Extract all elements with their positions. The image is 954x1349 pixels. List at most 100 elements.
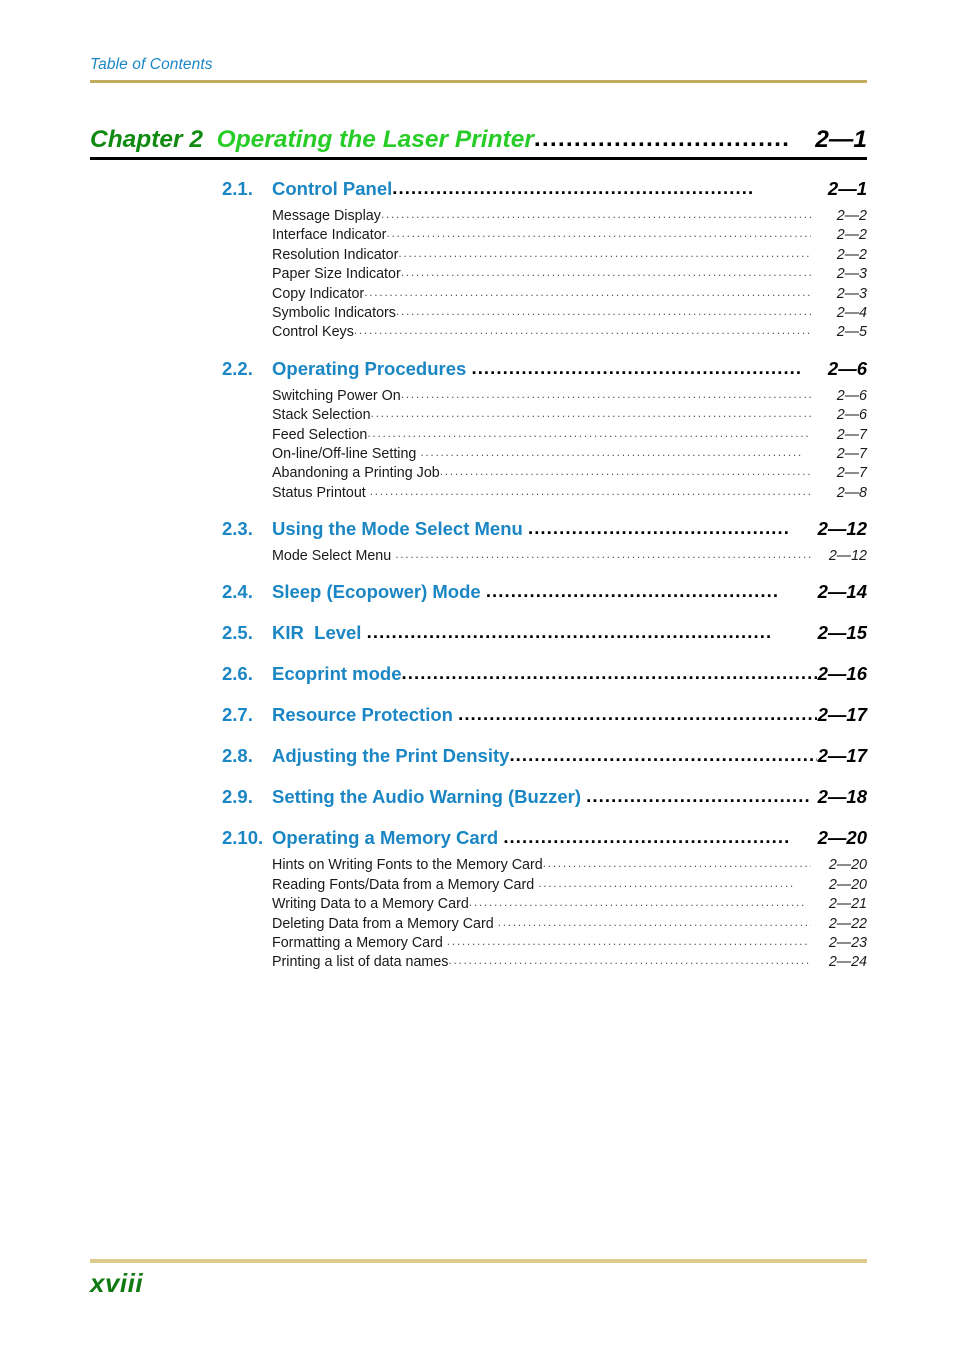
toc-section-page-number: 2—12	[817, 518, 867, 540]
chapter-number: Chapter 2	[90, 126, 204, 153]
toc-section-number: 2.10.	[222, 827, 264, 849]
chapter-entry[interactable]: Chapter 2 Operating the Laser Printer ..…	[90, 125, 867, 154]
toc-subentry-page-number: 2—6	[836, 387, 867, 404]
toc-section-number: 2.8.	[222, 745, 253, 767]
toc-subentry-leader: ........................................…	[370, 406, 811, 421]
toc-section-leader: ........................................…	[527, 517, 791, 539]
toc-section-title: Operating Procedures	[272, 357, 472, 379]
toc-section-leader: ........................................…	[458, 703, 817, 725]
toc-section-group: 2.6. Ecoprint mode.......................…	[222, 662, 867, 690]
toc-subentry-page-number: 2—21	[828, 896, 867, 913]
toc-subentry-title: Hints on Writing Fonts to the Memory Car…	[272, 857, 543, 874]
toc-section-title: Setting the Audio Warning (Buzzer)	[272, 786, 587, 808]
toc-subentry-leader: ........................................…	[369, 483, 811, 498]
toc-subentry[interactable]: Symbolic Indicators.....................…	[272, 303, 867, 324]
toc-subentry[interactable]: Paper Size Indicator....................…	[272, 265, 867, 285]
toc-subentry-title: Symbolic Indicators	[272, 304, 396, 321]
toc-subentry[interactable]: Abandoning a Printing Job...............…	[272, 464, 867, 484]
toc-section-page-number: 2—14	[817, 581, 867, 603]
toc-subentry[interactable]: Reading Fonts/Data from a Memory Card ..…	[272, 876, 867, 896]
toc-section-title: Sleep (Ecopower) Mode	[272, 581, 486, 603]
toc-subentry-page-number: 2—22	[828, 915, 867, 932]
toc-section-number: 2.6.	[222, 663, 253, 685]
toc-section-entry[interactable]: 2.3. Using the Mode Select Menu .........…	[222, 517, 867, 545]
toc-subentry[interactable]: Switching Power On......................…	[272, 387, 867, 407]
toc-section-leader: ........................................…	[392, 177, 755, 198]
toc-subentry[interactable]: Feed Selection..........................…	[272, 425, 867, 446]
toc-subentry[interactable]: Message Display.........................…	[272, 207, 867, 227]
toc-subentry[interactable]: Status Printout ........................…	[272, 483, 867, 504]
toc-subentry-leader: ........................................…	[420, 444, 803, 459]
toc-subentry-page-number: 2—7	[836, 445, 867, 462]
toc-subentry-title: Interface Indicator	[272, 227, 387, 244]
toc-section-page-number: 2—18	[817, 786, 867, 808]
toc-section-entry[interactable]: 2.10. Operating a Memory Card ...........…	[222, 826, 867, 854]
toc-section-number: 2.1.	[222, 178, 253, 199]
toc-section-entry[interactable]: 2.8. Adjusting the Print Density.........…	[222, 744, 867, 772]
toc-subentry[interactable]: On-line/Off-line Setting ...............…	[272, 444, 867, 465]
toc-section-entry[interactable]: 2.9. Setting the Audio Warning (Buzzer) .…	[222, 785, 867, 813]
toc-subentry[interactable]: Interface Indicator.....................…	[272, 226, 867, 246]
toc-section-entry[interactable]: 2.4. Sleep (Ecopower) Mode ..............…	[222, 580, 867, 608]
toc-subentry-page-number: 2—2	[836, 246, 867, 263]
toc-section-leader: ........................................…	[401, 662, 817, 684]
toc-subentry-page-number: 2—3	[836, 266, 867, 283]
toc-subentry[interactable]: Deleting Data from a Memory Card .......…	[272, 915, 867, 935]
toc-section-group: 2.7. Resource Protection ................…	[222, 703, 867, 731]
footer-rule	[90, 1259, 867, 1263]
toc-subentry-page-number: 2—6	[836, 407, 867, 424]
toc-subentry-page-number: 2—24	[828, 954, 867, 971]
toc-subentry[interactable]: Stack Selection.........................…	[272, 406, 867, 426]
toc-section-entry[interactable]: 2.2. Operating Procedures ...............…	[222, 357, 867, 385]
toc-subentry[interactable]: Copy Indicator..........................…	[272, 285, 867, 305]
toc-subentry-leader: ........................................…	[367, 425, 811, 440]
toc-subentry-title: Control Keys	[272, 324, 354, 341]
toc-subentry-title: Resolution Indicator	[272, 246, 399, 263]
toc-section-page-number: 2—17	[817, 704, 867, 726]
toc-section-page-number: 2—15	[817, 622, 867, 644]
toc-subentry-title: Message Display	[272, 208, 381, 224]
toc-subentry-leader: ........................................…	[395, 303, 811, 318]
toc-section-number: 2.3.	[222, 518, 253, 540]
toc-subentry-page-number: 2—2	[836, 208, 867, 224]
toc-section-entry[interactable]: 2.5. KIR Level ..........................…	[222, 621, 867, 649]
chapter-leader: ................................	[533, 125, 791, 152]
toc-subentry-leader: ........................................…	[398, 245, 811, 260]
toc-subentry[interactable]: Hints on Writing Fonts to the Memory Car…	[272, 856, 867, 876]
running-head: Table of Contents	[90, 56, 870, 75]
toc-section-group: 2.3. Using the Mode Select Menu .........…	[222, 517, 867, 567]
toc-subentry[interactable]: Formatting a Memory Card ...............…	[272, 934, 867, 954]
toc-section-entry[interactable]: 2.1. Control Panel.......................…	[222, 177, 867, 205]
toc-section-group: 2.5. KIR Level ..........................…	[222, 621, 867, 649]
toc-subentry-leader: ........................................…	[386, 226, 811, 241]
toc-section-page-number: 2—17	[817, 745, 867, 767]
toc-subentry[interactable]: Printing a list of data names...........…	[272, 953, 867, 973]
toc-section-number: 2.7.	[222, 704, 253, 726]
toc-section-leader: ........................................…	[366, 621, 773, 643]
toc-section-entry[interactable]: 2.7. Resource Protection ................…	[222, 703, 867, 731]
toc-section-group: 2.4. Sleep (Ecopower) Mode ..............…	[222, 580, 867, 608]
toc-subentry-title: Formatting a Memory Card	[272, 935, 447, 952]
toc-subentry-page-number: 2—8	[836, 484, 867, 501]
toc-section-page-number: 2—1	[827, 178, 867, 199]
toc-section-group: 2.1. Control Panel.......................…	[222, 177, 867, 344]
toc-subentry[interactable]: Control Keys............................…	[272, 323, 867, 343]
chapter-number-gap	[203, 126, 217, 154]
toc-subentry-page-number: 2—2	[836, 227, 867, 244]
toc-subentry-page-number: 2—12	[828, 548, 867, 565]
toc-subentry-title: Copy Indicator	[272, 285, 365, 302]
toc-section-entry[interactable]: 2.6. Ecoprint mode.......................…	[222, 662, 867, 690]
toc-subentry-page-number: 2—3	[836, 285, 867, 302]
toc-section-number: 2.9.	[222, 786, 253, 808]
toc-subentry[interactable]: Writing Data to a Memory Card...........…	[272, 895, 867, 915]
toc-subentry-leader: ........................................…	[400, 265, 811, 280]
toc-subentry[interactable]: Mode Select Menu .......................…	[272, 547, 867, 567]
toc-section-group: 2.10. Operating a Memory Card ...........…	[222, 826, 867, 973]
running-head-label: Table of Contents	[90, 56, 213, 73]
toc-subentry[interactable]: Resolution Indicator....................…	[272, 245, 867, 266]
toc-subentry-title: Paper Size Indicator	[272, 266, 401, 283]
toc-section-title: Ecoprint mode	[272, 663, 402, 685]
toc-subentry-leader: ........................................…	[353, 323, 811, 338]
toc-section-group: 2.2. Operating Procedures ...............…	[222, 357, 867, 504]
toc-subentry-page-number: 2—23	[828, 935, 867, 952]
